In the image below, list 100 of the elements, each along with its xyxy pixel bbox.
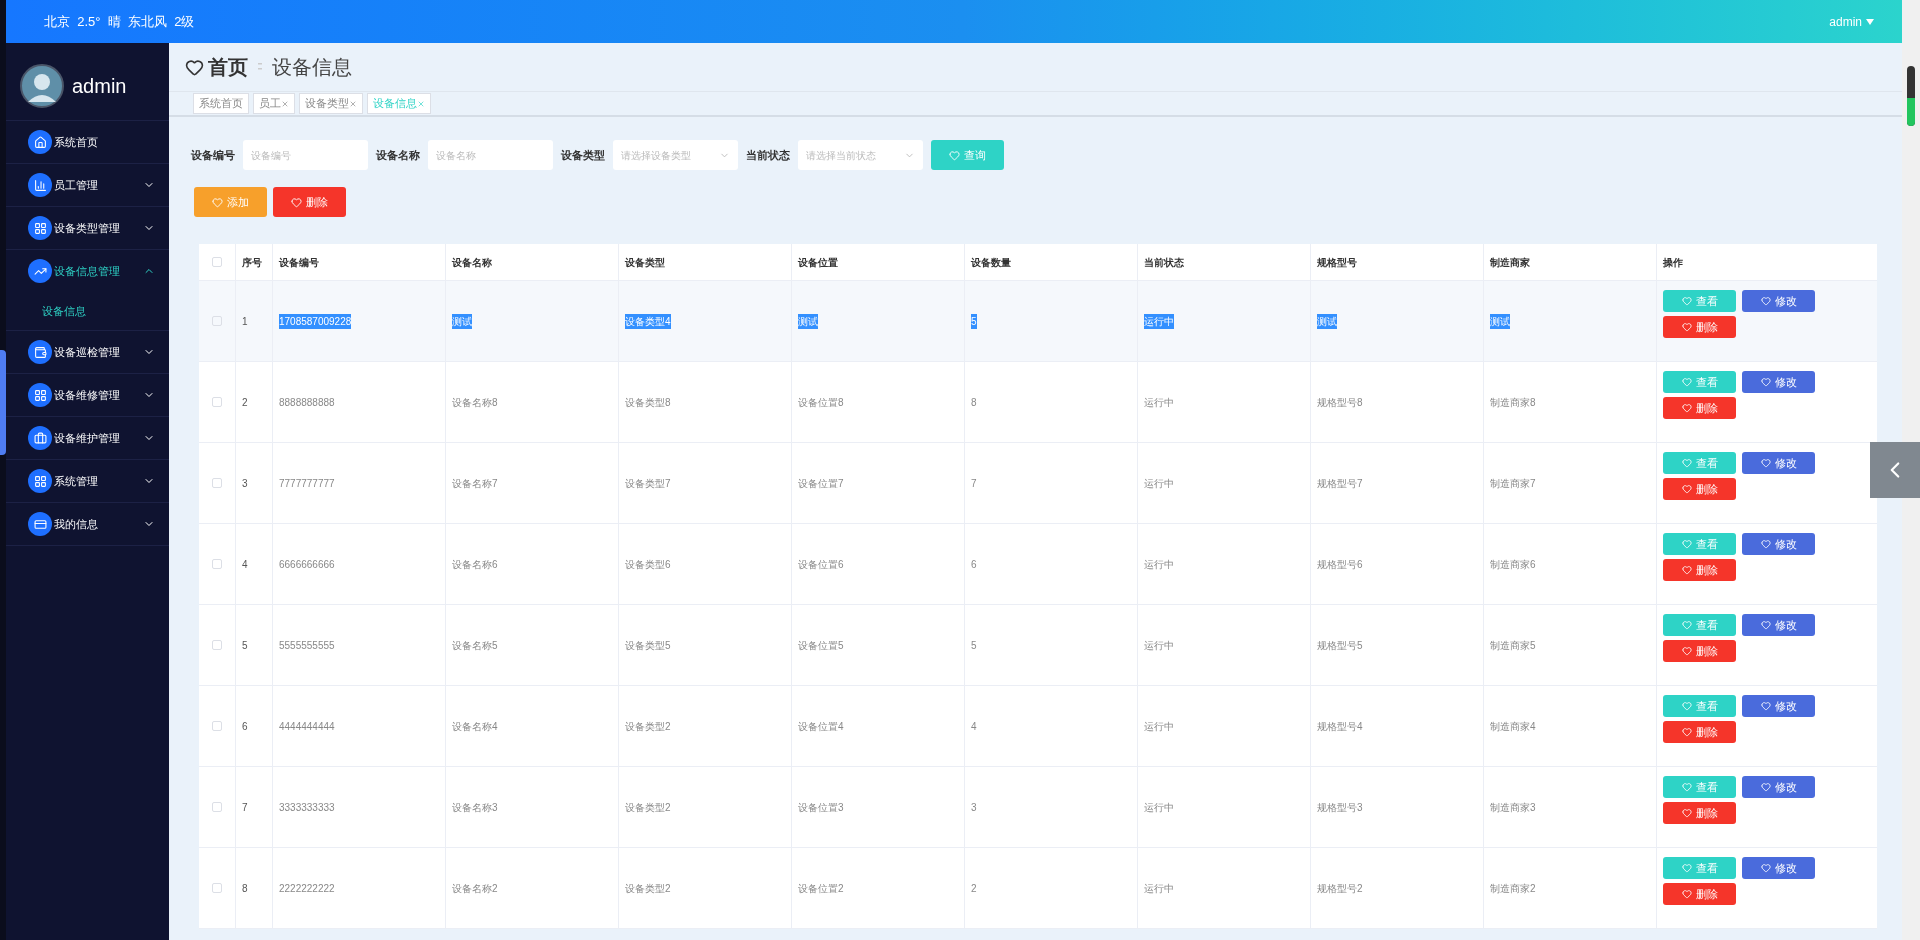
table-cell-text: 设备名称4: [452, 719, 498, 734]
checkbox[interactable]: [212, 478, 222, 488]
heart-icon: [1760, 539, 1771, 549]
close-icon[interactable]: [281, 99, 289, 108]
input-field[interactable]: 设备名称: [428, 140, 553, 170]
sidebar-item[interactable]: 我的信息: [6, 503, 169, 545]
heart-icon: [1760, 782, 1771, 792]
house-icon: [28, 130, 52, 154]
delete-button[interactable]: 删除: [1663, 802, 1736, 824]
table-cell-text: 制造商家4: [1490, 719, 1536, 734]
heart-icon: [1681, 701, 1692, 711]
edit-button[interactable]: 修改: [1742, 371, 1815, 393]
table-cell-text: 设备位置7: [798, 476, 844, 491]
field-label: 设备类型: [561, 147, 605, 163]
table-cell-text: 6666666666: [279, 557, 335, 572]
table-cell-text: 制造商家2: [1490, 881, 1536, 896]
side-handle[interactable]: [0, 350, 6, 455]
heart-icon: [1681, 458, 1692, 468]
field-label: 设备名称: [376, 147, 420, 163]
heart-icon: [291, 196, 302, 208]
table-cell-text: 制造商家6: [1490, 557, 1536, 572]
sidebar-item[interactable]: 系统管理: [6, 460, 169, 502]
table-cell-text: 设备类型6: [625, 557, 671, 572]
checkbox[interactable]: [212, 559, 222, 569]
table-cell-text: 设备位置3: [798, 800, 844, 815]
checkbox[interactable]: [212, 721, 222, 731]
sidebar-item[interactable]: 系统首页: [6, 121, 169, 163]
checkbox[interactable]: [212, 883, 222, 893]
checkbox[interactable]: [212, 257, 222, 267]
table-cell-text: 设备类型2: [625, 719, 671, 734]
checkbox[interactable]: [212, 640, 222, 650]
column-header: 当前状态: [1138, 244, 1311, 280]
add-button[interactable]: 添加: [194, 187, 267, 217]
sidebar-item[interactable]: 设备类型管理: [6, 207, 169, 249]
heart-icon: [1681, 484, 1692, 494]
sidebar-item[interactable]: 设备维修管理: [6, 374, 169, 416]
delete-button[interactable]: 删除: [273, 187, 346, 217]
card-icon: [28, 512, 52, 536]
close-icon[interactable]: [417, 99, 425, 108]
table-cell-text: 设备名称3: [452, 800, 498, 815]
checkbox[interactable]: [212, 397, 222, 407]
delete-button[interactable]: 删除: [1663, 640, 1736, 662]
edit-button[interactable]: 修改: [1742, 857, 1815, 879]
table-cell: 运行中: [1144, 313, 1174, 329]
edit-button[interactable]: 修改: [1742, 776, 1815, 798]
heart-icon: [1681, 322, 1692, 332]
table-cell-text: 3333333333: [279, 800, 335, 815]
heart-icon: [1681, 565, 1692, 575]
input-field[interactable]: 设备编号: [243, 140, 368, 170]
delete-button[interactable]: 删除: [1663, 316, 1736, 338]
table-cell-text: 设备位置5: [798, 638, 844, 653]
table-cell-text: 运行中: [1144, 476, 1174, 491]
heart-icon: [1681, 808, 1692, 818]
sidebar-item[interactable]: 设备信息管理: [6, 250, 169, 292]
checkbox[interactable]: [212, 802, 222, 812]
field-label: 设备编号: [191, 147, 235, 163]
collapse-button[interactable]: [1870, 442, 1920, 498]
table-cell: 测试: [1490, 313, 1510, 329]
sidebar-item[interactable]: 员工管理: [6, 164, 169, 206]
edit-button[interactable]: 修改: [1742, 533, 1815, 555]
sidebar-item[interactable]: 设备巡检管理: [6, 331, 169, 373]
briefcase-icon: [28, 426, 52, 450]
delete-button[interactable]: 删除: [1663, 883, 1736, 905]
delete-button[interactable]: 删除: [1663, 397, 1736, 419]
table-cell-text: 运行中: [1144, 638, 1174, 653]
grid-icon: [28, 216, 52, 240]
delete-button[interactable]: 删除: [1663, 478, 1736, 500]
table-cell-text: 设备名称2: [452, 881, 498, 896]
table-cell-text: 4444444444: [279, 719, 335, 734]
table-cell-text: 1: [242, 314, 248, 329]
table-cell-text: 7: [242, 800, 248, 815]
edit-button[interactable]: 修改: [1742, 290, 1815, 312]
edit-button[interactable]: 修改: [1742, 614, 1815, 636]
edit-button[interactable]: 修改: [1742, 452, 1815, 474]
grid-icon: [28, 469, 52, 493]
tab[interactable]: 系统首页: [193, 93, 249, 114]
delete-button[interactable]: 删除: [1663, 559, 1736, 581]
checkbox[interactable]: [212, 316, 222, 326]
breadcrumb-home[interactable]: 首页: [208, 52, 248, 82]
heart-icon: [1681, 782, 1692, 792]
table-cell-text: 运行中: [1144, 800, 1174, 815]
column-header: 操作: [1662, 255, 1684, 270]
table-cell-text: 规格型号5: [1317, 638, 1363, 653]
table-cell-text: 制造商家7: [1490, 476, 1536, 491]
tab[interactable]: 设备类型: [299, 93, 363, 114]
tab[interactable]: 员工: [253, 93, 295, 114]
heart-icon: [1681, 727, 1692, 737]
heart-icon: [1681, 889, 1692, 899]
sidebar-item[interactable]: 设备维护管理: [6, 417, 169, 459]
table-cell-text: 5555555555: [279, 638, 335, 653]
delete-button[interactable]: 删除: [1663, 721, 1736, 743]
edit-button[interactable]: 修改: [1742, 695, 1815, 717]
table-cell-text: 2222222222: [279, 881, 335, 896]
table-cell: 测试: [798, 313, 818, 329]
table-cell-text: 4: [242, 557, 248, 572]
heart-icon: [1681, 296, 1692, 306]
close-icon[interactable]: [349, 99, 357, 108]
heart-icon: [1681, 863, 1692, 873]
sidebar-subitem[interactable]: 设备信息: [6, 292, 169, 330]
caret-down-icon: [1866, 18, 1874, 25]
